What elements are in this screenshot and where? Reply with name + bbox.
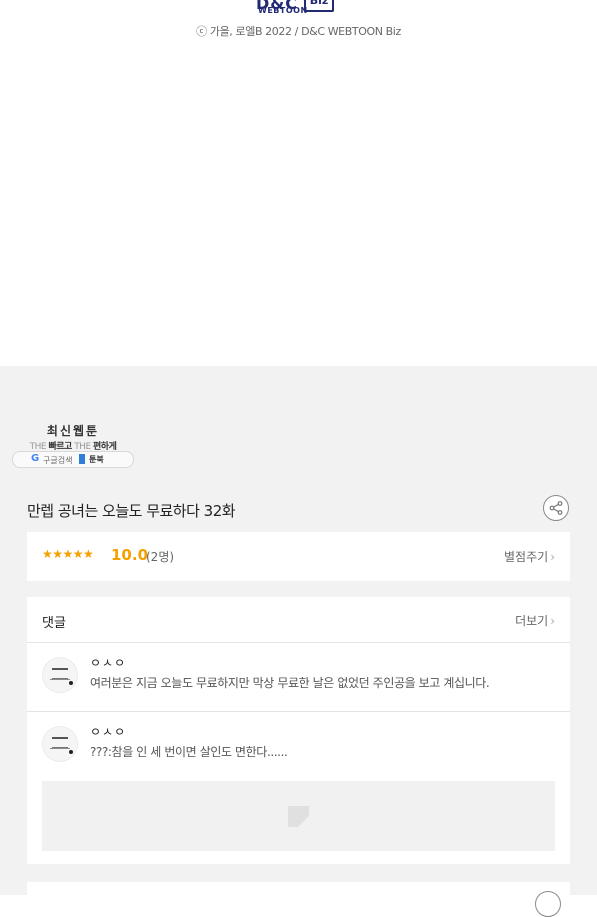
share-button[interactable] [543,495,569,521]
publisher-logo: D&C WEBTOON Biz [256,0,336,16]
episode-panel: 최신웹툰 THE 빠르고 THE 편하게 G 구글검색 툰북 만렙 공녀는 오늘… [0,366,597,917]
avatar [42,726,78,762]
ad-placeholder[interactable] [42,781,555,851]
image-placeholder-icon [288,806,309,827]
chevron-right-icon: › [550,614,555,628]
footer-section: D&C WEBTOON Biz ⓒ 가을, 로엘B 2022 / D&C WEB… [0,0,597,366]
google-search-label: 구글검색 [43,456,73,465]
rate-button-label: 별점주기 [504,550,549,564]
bookmark-icon [79,454,85,464]
rating-card: ★★★★★ 10.0 (2명) 별점주기 › [27,532,570,581]
site-name-label: 툰북 [89,455,104,464]
banner-title: 최신웹툰 [46,424,100,438]
rate-button[interactable]: 별점주기 › [504,548,555,565]
episode-title: 만렙 공녀는 오늘도 무료하다 32화 [27,502,236,520]
comment-author: ㅇㅅㅇ [90,656,127,670]
copyright-text: ⓒ 가을, 로엘B 2022 / D&C WEBTOON Biz [196,25,401,38]
rating-count: (2명) [146,550,175,564]
comments-header: 댓글 더보기 › [27,597,570,643]
comment-author: ㅇㅅㅇ [90,725,127,739]
rating-score: 10.0 [111,546,149,564]
comments-more-button[interactable]: 더보기 › [515,612,555,629]
comment-text: ???:참을 인 세 번이면 살인도 면한다...... [90,745,288,759]
site-banner[interactable]: 최신웹툰 THE 빠르고 THE 편하게 G 구글검색 툰북 [12,422,134,468]
comment-text: 여러분은 지금 오늘도 무료하지만 막상 무료한 날은 없었던 주인공을 보고 … [90,676,490,690]
chevron-right-icon: › [550,550,555,564]
avatar [42,657,78,693]
logo-biz: Biz [304,0,334,12]
logo-word: WEBTOON [258,6,308,15]
next-card [27,882,570,917]
rating-stars: ★★★★★ [42,547,94,561]
comment-item: ㅇㅅㅇ 여러분은 지금 오늘도 무료하지만 막상 무료한 날은 없었던 주인공을… [27,643,570,712]
banner-search-pill: G 구글검색 툰북 [12,451,134,468]
comment-item: ㅇㅅㅇ ???:참을 인 세 번이면 살인도 면한다...... [27,712,570,780]
share-icon [549,501,563,515]
comments-more-label: 더보기 [515,614,549,628]
comments-title: 댓글 [42,616,66,631]
google-icon: G [31,453,40,464]
comments-card: 댓글 더보기 › ㅇㅅㅇ 여러분은 지금 오늘도 무료하지만 막상 무료한 날은 … [27,597,570,864]
